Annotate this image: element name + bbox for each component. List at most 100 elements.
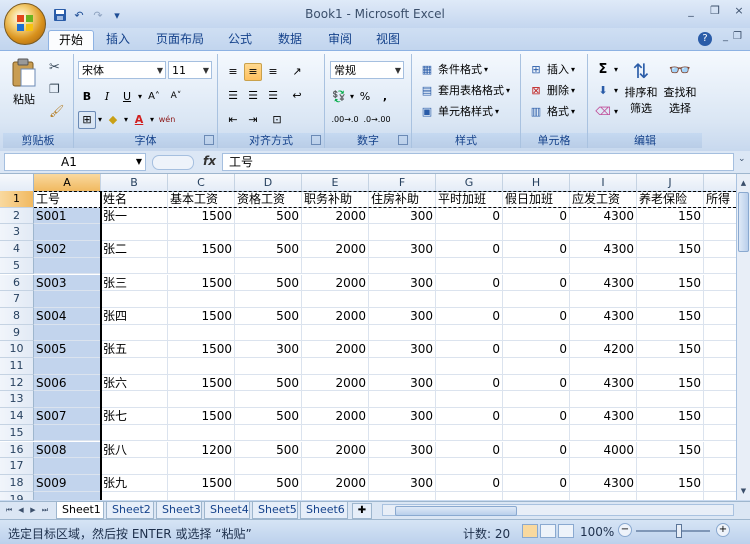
grid-cell[interactable] [302,224,369,242]
align-right-icon[interactable]: ☰ [264,87,282,105]
last-sheet-icon[interactable]: ⏭ [40,504,50,516]
grid-cell[interactable]: 2000 [302,241,369,258]
grid-cell[interactable]: 150 [637,274,704,292]
grid-cell[interactable] [168,424,235,442]
redo-icon[interactable]: ↷ [90,7,106,23]
grid-cell[interactable] [34,291,101,308]
grid-cell[interactable] [570,324,637,342]
conditional-format-button[interactable]: ▦ 条件格式 ▾ [418,60,488,79]
expand-formula-bar-icon[interactable]: ⌄ [738,154,746,164]
grid-cell[interactable]: 150 [637,241,704,258]
row-header[interactable]: 14 [0,408,34,425]
grid-cell[interactable]: 张二 [101,241,168,258]
grid-cell[interactable]: 4300 [570,374,637,392]
grid-cell[interactable]: 0 [503,241,570,258]
row-header[interactable]: 16 [0,441,34,459]
align-center-icon[interactable]: ☰ [244,87,262,105]
grid-cell[interactable] [704,475,736,492]
column-header-e[interactable]: E [302,174,369,191]
row-header[interactable]: 5 [0,257,34,275]
grid-cell[interactable]: S004 [34,307,101,325]
grid-cell[interactable]: 300 [369,441,436,459]
grid-cell[interactable] [302,424,369,442]
grid-cell[interactable] [302,391,369,409]
grid-cell[interactable] [369,458,436,475]
grid-cell[interactable] [168,391,235,409]
vertical-scroll-thumb[interactable] [738,192,749,252]
grid-cell[interactable] [101,458,168,475]
grid-cell[interactable]: 2000 [302,207,369,225]
zoom-slider-thumb[interactable] [676,524,682,538]
phonetic-button[interactable]: wén [156,111,178,129]
grid-cell[interactable]: 4300 [570,274,637,292]
grid-cell[interactable]: 300 [369,341,436,358]
grid-cell[interactable]: 1500 [168,341,235,358]
grid-cell[interactable]: 养老保险 [637,191,704,208]
grid-cell[interactable]: 2000 [302,408,369,425]
office-button[interactable] [4,3,46,45]
scroll-up-icon[interactable]: ▲ [738,176,749,190]
grid-cell[interactable] [302,458,369,475]
grid-cell[interactable]: 基本工资 [168,191,235,208]
grid-cell[interactable]: 0 [436,307,503,325]
grid-cell[interactable]: 2000 [302,374,369,392]
zoom-out-button[interactable]: − [618,523,632,537]
row-header[interactable]: 15 [0,424,34,442]
grid-cell[interactable]: 500 [235,207,302,225]
grid-cell[interactable] [637,491,704,500]
fill-button[interactable]: ⬇ ▾ [594,81,618,100]
grid-cell[interactable]: 150 [637,307,704,325]
grid-cell[interactable] [436,224,503,242]
grid-cell[interactable] [503,324,570,342]
grid-cell[interactable]: S002 [34,241,101,258]
grid-cell[interactable] [704,358,736,375]
chevron-down-icon[interactable]: ▾ [124,110,128,129]
normal-view-button[interactable] [522,524,538,538]
column-header-f[interactable]: F [369,174,436,191]
currency-icon[interactable]: 💱 [330,88,348,106]
grid-cell[interactable] [369,391,436,409]
copy-icon[interactable]: ❐ [49,82,60,96]
grid-cell[interactable] [503,358,570,375]
grid-cell[interactable]: 职务补助 [302,191,369,208]
grid-cell[interactable]: 500 [235,474,302,492]
sheet-tab-sheet1[interactable]: Sheet1 [56,502,104,519]
grid-cell[interactable]: S007 [34,408,101,425]
grid-cell[interactable] [302,291,369,308]
grid-cell[interactable]: 0 [503,274,570,292]
sheet-tab-sheet3[interactable]: Sheet3 [156,502,202,519]
grid-cell[interactable] [235,324,302,342]
grid-cell[interactable] [570,458,637,475]
sheet-tab-sheet6[interactable]: Sheet6 [300,502,348,519]
grid-cell[interactable] [637,257,704,275]
row-header[interactable]: 12 [0,374,34,392]
grid-cell[interactable]: 4300 [570,207,637,225]
grid-cell[interactable]: 4300 [570,408,637,425]
grid-cell[interactable]: 150 [637,474,704,492]
number-dialog-launcher[interactable] [398,135,408,145]
grid-cell[interactable]: 2000 [302,274,369,292]
grid-cell[interactable] [369,224,436,242]
grid-cell[interactable]: 张三 [101,274,168,292]
grid-cell[interactable] [436,291,503,308]
grid-cell[interactable]: 0 [503,374,570,392]
underline-button[interactable]: U [118,88,136,106]
grid-cell[interactable] [369,291,436,308]
grid-cell[interactable] [168,358,235,375]
grid-cell[interactable] [503,458,570,475]
column-header-i[interactable]: I [570,174,637,191]
first-sheet-icon[interactable]: ⏮ [4,504,14,516]
grid-cell[interactable] [34,491,101,500]
horizontal-scroll-thumb[interactable] [395,506,517,516]
grid-cell[interactable] [235,491,302,500]
grid-cell[interactable] [704,308,736,325]
grid-cell[interactable]: 2000 [302,341,369,358]
row-header[interactable]: 10 [0,341,34,358]
grid-cell[interactable]: 4200 [570,341,637,358]
increase-decimal-button[interactable]: .00→.0 [330,111,360,129]
grid-cell[interactable]: 1500 [168,307,235,325]
vertical-scrollbar[interactable]: ▲ ▼ [736,174,750,500]
grid-cell[interactable]: S008 [34,441,101,459]
row-header[interactable]: 17 [0,458,34,475]
font-name-combo[interactable]: 宋体 ▼ [78,61,166,79]
